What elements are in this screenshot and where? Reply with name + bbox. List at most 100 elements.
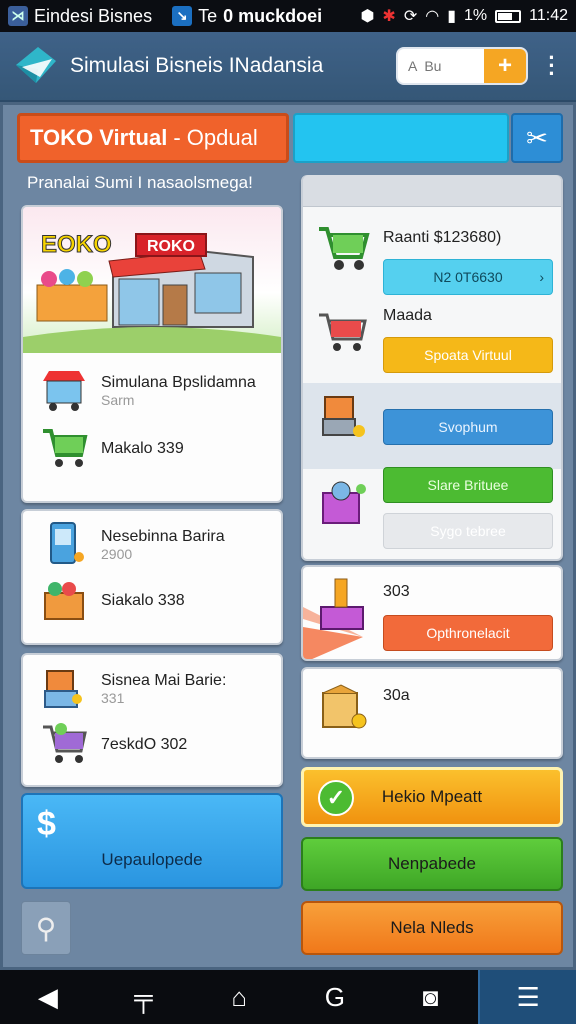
status-app2-label: Te <box>198 5 218 26</box>
goods-basket-icon <box>39 577 95 625</box>
clock-time: 11:42 <box>529 7 568 24</box>
nela-button[interactable]: Nela Nleds <box>301 901 563 955</box>
app-title: Simulasi Bisneis INadansia <box>70 54 324 77</box>
refresh-icon: G <box>324 981 345 1012</box>
list-item[interactable]: Sisnea Mai Barie: 331 <box>39 665 226 713</box>
status-bar: ⋊ Eindesi Bisnes ↘ Te 0 muckdoei ⬢ ✱ ⟳ ◠… <box>0 0 576 32</box>
nav-back-button[interactable]: ◀ <box>0 970 96 1024</box>
item-title: Sisnea Mai Barie: <box>101 672 227 689</box>
nenpabede-label: Nenpabede <box>388 854 476 873</box>
cash-register-icon <box>39 665 95 713</box>
shopping-cart-icon <box>39 425 95 473</box>
more-options-icon[interactable]: · · · <box>540 47 564 85</box>
nav-menu-button[interactable]: ╤ <box>96 970 192 1024</box>
cyan-action-label: N2 0T6630 <box>433 269 503 285</box>
tasks-icon: ☰ <box>516 981 540 1012</box>
item-sub: 331 <box>101 690 125 706</box>
box-icon <box>319 683 371 744</box>
tab-blank[interactable] <box>293 113 509 163</box>
right-value-card[interactable]: 303 Opthronelacit <box>301 565 563 661</box>
tab-toko-sub: - Opdual <box>173 125 258 150</box>
orange-action-label: Opthronelacit <box>426 625 510 641</box>
hero-sign-right: ROKO <box>135 233 207 257</box>
panel-header <box>303 175 561 207</box>
flower-icon: ✱ <box>382 8 396 25</box>
item-sub: Sarm <box>101 392 135 408</box>
upgrade-label: Uepaulopede <box>101 850 203 869</box>
value-1: 303 <box>383 583 410 600</box>
gray-action-button[interactable]: Sygo tebree <box>383 513 553 549</box>
tools-icon: ✂ <box>526 122 548 153</box>
tab-toko-virtual[interactable]: TOKO Virtual - Opdual <box>17 113 289 163</box>
nav-home-button[interactable]: ⌂ <box>191 970 287 1024</box>
bottom-navigation: ◀ ╤ ⌂ G ◙ ☰ <box>0 970 576 1024</box>
yellow-action-button[interactable]: Spoata Virtuul <box>383 337 553 373</box>
check-badge-icon: ✓ <box>318 780 354 816</box>
item-title: Makalo 339 <box>101 440 184 457</box>
search-box: + <box>396 47 528 85</box>
hero-card[interactable]: EOKO ROKO Simulana Bpslidamna Sarm Makal… <box>21 205 283 503</box>
value-2: 30a <box>383 687 410 704</box>
blue-action-label: Svophum <box>438 419 498 435</box>
list-item[interactable]: Simulana Bpslidamna Sarm <box>39 367 256 415</box>
app-header: Simulasi Bisneis INadansia + ··· <box>0 32 576 102</box>
orange-action-button[interactable]: Opthronelacit <box>383 615 553 651</box>
nenpabede-button[interactable]: Nenpabede <box>301 837 563 891</box>
moada-label: Maada <box>383 307 432 324</box>
basket-cart-icon <box>315 309 371 362</box>
nav-refresh-button[interactable]: G <box>287 970 383 1024</box>
green-action-label: Slare Brituee <box>427 477 509 493</box>
welcome-text: Pranalai Sumi I nasaolsmega! <box>27 173 253 192</box>
search-input[interactable] <box>398 49 484 83</box>
right-top-panel: Raanti $123680) N2 0T6630 › Maada Spoata… <box>301 175 563 561</box>
nela-label: Nela Nleds <box>390 918 474 937</box>
menu-icon: ╤ <box>134 981 153 1012</box>
camera-icon: ◙ <box>422 981 439 1012</box>
nav-tasks-button[interactable]: ☰ <box>478 970 576 1024</box>
dollar-icon: $ <box>37 805 56 843</box>
tab-toko-label: TOKO Virtual <box>30 125 168 150</box>
list-item[interactable]: Nesebinna Barira 2900 <box>39 521 225 569</box>
hekio-label: Hekio Mpeatt <box>381 787 483 806</box>
item-title: Simulana Bpslidamna <box>101 374 256 391</box>
store-illustration: EOKO ROKO <box>23 207 281 353</box>
item-title: Siakalo 338 <box>101 592 185 609</box>
sync-icon: ⟳ <box>403 8 418 25</box>
list-item[interactable]: Makalo 339 <box>39 425 184 473</box>
list-item[interactable]: Siakalo 338 <box>39 577 185 625</box>
gift-box-icon <box>317 477 371 536</box>
blue-action-button[interactable]: Svophum <box>383 409 553 445</box>
market-stall-icon <box>39 367 95 415</box>
signal-text: 1% <box>464 7 488 24</box>
green-cart-icon <box>315 221 371 282</box>
right-value-card[interactable]: 30a <box>301 667 563 759</box>
hero-sign-left: EOKO <box>41 231 113 259</box>
green-action-button[interactable]: Slare Brituee <box>383 467 553 503</box>
hekio-button[interactable]: ✓ Hekio Mpeatt <box>301 767 563 827</box>
status-app1-label: Eindesi Bisnes <box>34 5 153 26</box>
product-card[interactable]: Sisnea Mai Barie: 331 7eskdO 302 <box>21 653 283 787</box>
item-sub: 2900 <box>101 546 133 562</box>
register-icon <box>317 391 371 450</box>
chevron-right-icon: › <box>539 269 544 285</box>
signal-icon: ▮ <box>447 8 457 25</box>
purple-cart-icon <box>39 721 95 769</box>
nav-camera-button[interactable]: ◙ <box>383 970 479 1024</box>
cyan-action-button[interactable]: N2 0T6630 › <box>383 259 553 295</box>
wifi-icon: ◠ <box>425 8 440 25</box>
status-app3-label: 0 muckdoei <box>223 5 323 26</box>
app-notification-icon: ⋊ <box>8 6 28 26</box>
tools-button[interactable]: ✂ <box>511 113 563 163</box>
upgrade-button[interactable]: $ Uepaulopede <box>21 793 283 889</box>
app-logo-icon <box>12 43 60 89</box>
product-card[interactable]: Nesebinna Barira 2900 Siakalo 338 <box>21 509 283 645</box>
magnifier-icon: ⚲ <box>35 912 57 944</box>
item-title: 7eskdO 302 <box>101 736 188 753</box>
twitter-notification-icon: ↘ <box>172 6 193 26</box>
search-tile[interactable]: ⚲ <box>21 901 71 955</box>
price-label: Raanti $123680) <box>383 229 502 246</box>
back-icon: ◀ <box>37 981 58 1012</box>
notification-icon: ⬢ <box>360 8 375 25</box>
list-item[interactable]: 7eskdO 302 <box>39 721 187 769</box>
add-button[interactable]: + <box>484 49 526 83</box>
